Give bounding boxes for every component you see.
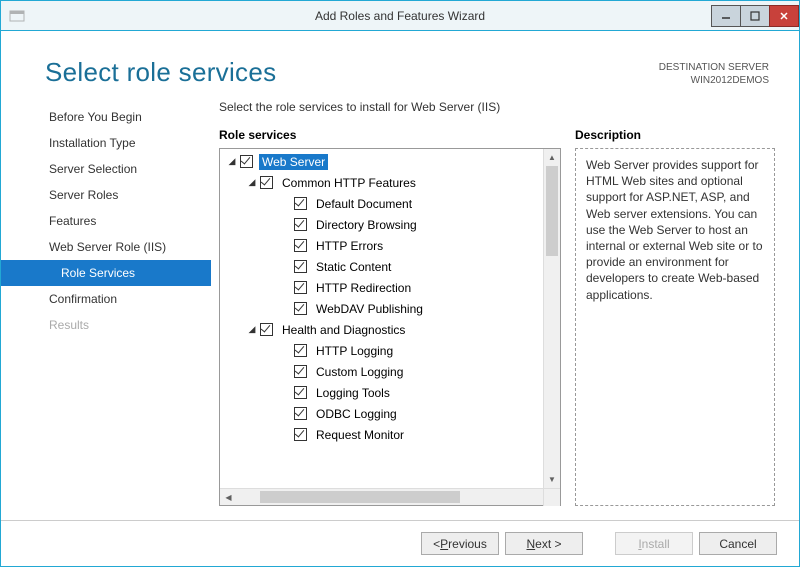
page-header: Select role services DESTINATION SERVER … [1, 31, 799, 98]
tree-row[interactable]: HTTP Logging [220, 340, 560, 361]
tree-item-label[interactable]: Common HTTP Features [279, 175, 419, 191]
horizontal-scrollbar[interactable]: ◀ ▶ [220, 488, 560, 505]
destination-label: DESTINATION SERVER [659, 61, 769, 74]
scroll-down-icon[interactable]: ▼ [544, 471, 560, 488]
page-title: Select role services [45, 57, 276, 88]
step-installation-type[interactable]: Installation Type [1, 130, 211, 156]
checkbox[interactable] [260, 176, 273, 189]
checkbox[interactable] [294, 260, 307, 273]
checkbox[interactable] [294, 365, 307, 378]
scroll-left-icon[interactable]: ◀ [220, 489, 237, 505]
scroll-up-icon[interactable]: ▲ [544, 149, 560, 166]
checkbox[interactable] [294, 344, 307, 357]
tree-row[interactable]: Custom Logging [220, 361, 560, 382]
checkbox[interactable] [294, 239, 307, 252]
tree-item-label[interactable]: Custom Logging [313, 364, 406, 380]
cancel-button[interactable]: Cancel [699, 532, 777, 555]
tree-row[interactable]: WebDAV Publishing [220, 298, 560, 319]
tree-item-label[interactable]: HTTP Redirection [313, 280, 414, 296]
step-role-services[interactable]: Role Services [1, 260, 211, 286]
tree-item-label[interactable]: Default Document [313, 196, 415, 212]
tree-row[interactable]: HTTP Redirection [220, 277, 560, 298]
checkbox[interactable] [240, 155, 253, 168]
tree-item-label[interactable]: Web Server [259, 154, 328, 170]
tree-item-label[interactable]: ODBC Logging [313, 406, 400, 422]
role-services-label: Role services [219, 128, 561, 142]
step-confirmation[interactable]: Confirmation [1, 286, 211, 312]
tree-item-label[interactable]: Logging Tools [313, 385, 393, 401]
description-label: Description [575, 128, 775, 142]
step-server-roles[interactable]: Server Roles [1, 182, 211, 208]
tree-item-label[interactable]: Directory Browsing [313, 217, 420, 233]
window-title: Add Roles and Features Wizard [1, 9, 799, 23]
destination-info: DESTINATION SERVER WIN2012DEMOS [659, 57, 769, 87]
tree-row[interactable]: Logging Tools [220, 382, 560, 403]
checkbox[interactable] [294, 197, 307, 210]
minimize-button[interactable] [711, 5, 741, 27]
tree-item-label[interactable]: HTTP Logging [313, 343, 396, 359]
tree-row[interactable]: ◢ Health and Diagnostics [220, 319, 560, 340]
tree-row[interactable]: Request Monitor [220, 424, 560, 445]
tree-row[interactable]: ◢ Common HTTP Features [220, 172, 560, 193]
step-before-you-begin[interactable]: Before You Begin [1, 104, 211, 130]
expander-icon[interactable]: ◢ [226, 156, 238, 167]
checkbox[interactable] [294, 281, 307, 294]
role-services-tree[interactable]: ◢Web Server◢Common HTTP FeaturesDefault … [219, 148, 561, 506]
tree-item-label[interactable]: Health and Diagnostics [279, 322, 408, 338]
step-web-server-role[interactable]: Web Server Role (IIS) [1, 234, 211, 260]
step-features[interactable]: Features [1, 208, 211, 234]
destination-value: WIN2012DEMOS [659, 74, 769, 87]
tree-row[interactable]: ◢ Web Server [220, 151, 560, 172]
tree-item-label[interactable]: WebDAV Publishing [313, 301, 426, 317]
expander-icon[interactable]: ◢ [246, 324, 258, 335]
tree-row[interactable]: Default Document [220, 193, 560, 214]
previous-button[interactable]: < Previous [421, 532, 499, 555]
expander-icon[interactable]: ◢ [246, 177, 258, 188]
titlebar: Add Roles and Features Wizard [1, 1, 799, 31]
tree-item-label[interactable]: HTTP Errors [313, 238, 386, 254]
checkbox[interactable] [294, 407, 307, 420]
tree-item-label[interactable]: Request Monitor [313, 427, 407, 443]
checkbox[interactable] [294, 428, 307, 441]
tree-row[interactable]: ODBC Logging [220, 403, 560, 424]
wizard-steps: Before You Begin Installation Type Serve… [1, 98, 211, 506]
install-button: Install [615, 532, 693, 555]
checkbox[interactable] [294, 386, 307, 399]
step-server-selection[interactable]: Server Selection [1, 156, 211, 182]
tree-row[interactable]: HTTP Errors [220, 235, 560, 256]
next-button[interactable]: Next > [505, 532, 583, 555]
instruction-text: Select the role services to install for … [219, 98, 775, 128]
checkbox[interactable] [294, 218, 307, 231]
step-results: Results [1, 312, 211, 338]
tree-item-label[interactable]: Static Content [313, 259, 394, 275]
checkbox[interactable] [294, 302, 307, 315]
scroll-thumb[interactable] [546, 166, 558, 256]
close-button[interactable] [769, 5, 799, 27]
vertical-scrollbar[interactable]: ▲ ▼ [543, 149, 560, 488]
wizard-footer: < Previous Next > Install Cancel [1, 520, 799, 566]
tree-row[interactable]: Static Content [220, 256, 560, 277]
maximize-button[interactable] [740, 5, 770, 27]
scroll-corner [543, 489, 560, 506]
description-text: Web Server provides support for HTML Web… [575, 148, 775, 506]
hscroll-thumb[interactable] [260, 491, 460, 503]
checkbox[interactable] [260, 323, 273, 336]
tree-row[interactable]: Directory Browsing [220, 214, 560, 235]
app-icon [9, 8, 25, 24]
